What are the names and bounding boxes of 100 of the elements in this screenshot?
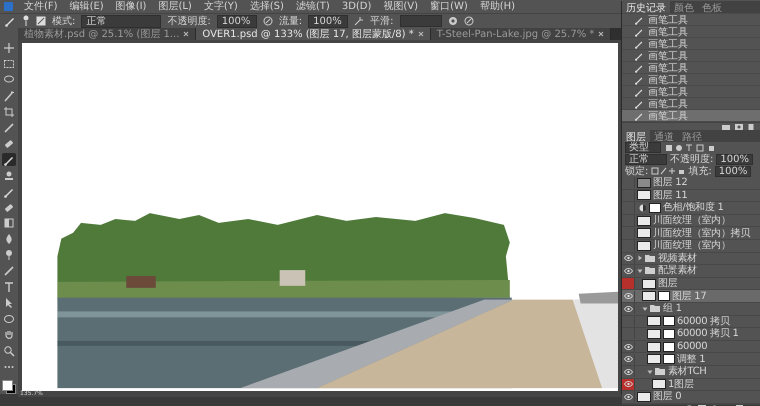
document-tab[interactable]: 植物素材.psd @ 25.1% (图层 1...: [18, 28, 196, 40]
crop-tool[interactable]: [2, 106, 16, 119]
layer-row[interactable]: 素材TCH: [622, 366, 760, 378]
ellipse-tool[interactable]: [2, 312, 16, 326]
history-item[interactable]: 画笔工具: [622, 50, 760, 62]
menu-item[interactable]: 视图(V): [378, 0, 424, 13]
panel-tab[interactable]: 通道: [650, 130, 678, 142]
menu-item[interactable]: 选择(S): [244, 0, 289, 13]
brush-icon[interactable]: [4, 15, 16, 27]
layer-row[interactable]: 图层 0: [622, 391, 760, 404]
brush-preset-icon[interactable]: [22, 15, 30, 27]
history-item[interactable]: 画笔工具: [622, 74, 760, 86]
close-icon[interactable]: [598, 31, 604, 37]
history-item[interactable]: 画笔工具: [622, 26, 760, 38]
visibility-toggle[interactable]: [622, 265, 635, 276]
menu-item[interactable]: 编辑(E): [64, 0, 109, 13]
settings-icon[interactable]: [448, 16, 458, 26]
history-item[interactable]: 画笔工具: [622, 86, 760, 98]
visibility-toggle[interactable]: [622, 378, 635, 390]
layer-row[interactable]: 60000 拷贝 1: [622, 328, 760, 341]
brush-tool[interactable]: [2, 153, 16, 166]
close-icon[interactable]: [183, 31, 190, 37]
zoom-tool[interactable]: [2, 344, 16, 358]
visibility-toggle[interactable]: [622, 354, 635, 365]
layer-row[interactable]: 组 1: [622, 302, 760, 316]
layer-row[interactable]: 川面纹理（室内）拷贝: [622, 227, 760, 240]
panel-tab[interactable]: 色板: [698, 1, 726, 13]
type-icon: [3, 281, 15, 294]
blend-mode-dropdown[interactable]: 正常: [625, 154, 667, 164]
menu-item[interactable]: 图像(I): [110, 0, 152, 13]
document-tab[interactable]: T-Steel-Pan-Lake.jpg @ 25.7% *: [430, 28, 612, 40]
adjustment-icon: [639, 204, 647, 212]
history-item[interactable]: 画笔工具: [622, 110, 760, 122]
color-swatch[interactable]: [2, 380, 16, 394]
menu-item[interactable]: 窗口(W): [425, 0, 473, 13]
document-tab[interactable]: OVER1.psd @ 133% (图层 17, 图层蒙版/8) *: [196, 28, 431, 40]
fill-label: 填充:: [688, 164, 712, 178]
menu-item[interactable]: 帮助(H): [474, 0, 520, 13]
visibility-toggle[interactable]: [622, 290, 635, 302]
type-tool[interactable]: [2, 280, 16, 294]
opacity-label: 不透明度:: [670, 152, 714, 166]
dodge-icon: [3, 249, 15, 262]
caret-icon[interactable]: [647, 368, 653, 375]
panel-tab[interactable]: 历史记录: [622, 1, 670, 13]
move-tool[interactable]: [2, 42, 16, 55]
layer-row[interactable]: 图层 11: [622, 190, 760, 202]
visibility-toggle[interactable]: [622, 341, 635, 352]
menu-item[interactable]: 图层(L): [153, 0, 197, 13]
history-item[interactable]: 画笔工具: [622, 62, 760, 74]
history-item[interactable]: 画笔工具: [622, 38, 760, 50]
marquee-tool[interactable]: [2, 58, 16, 71]
visibility-toggle[interactable]: [622, 303, 635, 314]
fill-field[interactable]: 100%: [714, 166, 752, 176]
layer-row[interactable]: 60000: [622, 340, 760, 354]
mode-dropdown[interactable]: 正常: [81, 14, 162, 28]
marquee-icon: [3, 58, 15, 70]
visibility-toggle[interactable]: [622, 391, 635, 402]
menu-item[interactable]: 滤镜(T): [290, 0, 335, 13]
opacity-field[interactable]: 100%: [716, 154, 753, 164]
panel-tab[interactable]: 路径: [678, 130, 706, 142]
filter-dropdown[interactable]: 类型: [625, 142, 661, 153]
brush-panel-icon[interactable]: [36, 16, 46, 26]
wand-tool[interactable]: [2, 90, 16, 103]
layer-row[interactable]: 视频素材: [622, 252, 760, 266]
menu-item[interactable]: 3D(D): [336, 0, 376, 13]
layer-row[interactable]: 川面纹理（室内）: [622, 240, 760, 253]
history-item[interactable]: 画笔工具: [622, 14, 760, 26]
menu-item[interactable]: 文件(F): [19, 0, 63, 13]
layer-row[interactable]: 川面纹理（室内）: [622, 214, 760, 228]
trash-icon[interactable]: [748, 123, 754, 130]
opacity-field[interactable]: 100%: [216, 14, 257, 28]
layer-row[interactable]: 1图层: [622, 378, 760, 392]
stamp-tool[interactable]: [2, 169, 16, 182]
visibility-toggle[interactable]: [622, 366, 635, 378]
layer-row[interactable]: 图层 17: [622, 290, 760, 303]
panel-tab[interactable]: 颜色: [670, 1, 698, 13]
menu-item[interactable]: 文字(Y): [198, 0, 243, 13]
layer-row[interactable]: 色相/饱和度 1: [622, 202, 760, 215]
pressure-icon[interactable]: [262, 16, 273, 26]
gradient-tool[interactable]: [2, 216, 16, 230]
panel-tab[interactable]: 图层: [622, 130, 650, 142]
snapshot-icon[interactable]: [722, 123, 730, 130]
camera-icon[interactable]: [735, 123, 743, 130]
close-icon[interactable]: [418, 31, 424, 37]
visibility-toggle[interactable]: [622, 252, 635, 264]
layer-row[interactable]: 60000 拷贝: [622, 316, 760, 328]
layer-row[interactable]: 配景素材: [622, 265, 760, 278]
caret-icon[interactable]: [642, 306, 648, 312]
wand-icon: [3, 90, 15, 102]
pressure-size-icon[interactable]: [464, 16, 474, 26]
layer-row[interactable]: 图层 12: [622, 177, 760, 190]
flow-field[interactable]: 100%: [308, 14, 348, 28]
layer-name: 视频素材: [658, 252, 697, 264]
caret-icon[interactable]: [637, 268, 643, 274]
caret-icon[interactable]: [637, 255, 643, 262]
visibility-toggle[interactable]: [622, 278, 635, 290]
layer-row[interactable]: 调整 1: [622, 353, 760, 366]
lock-icons-drawing[interactable]: [651, 167, 686, 175]
smoothing-field[interactable]: [400, 15, 442, 27]
layer-row[interactable]: 图层: [622, 278, 760, 290]
